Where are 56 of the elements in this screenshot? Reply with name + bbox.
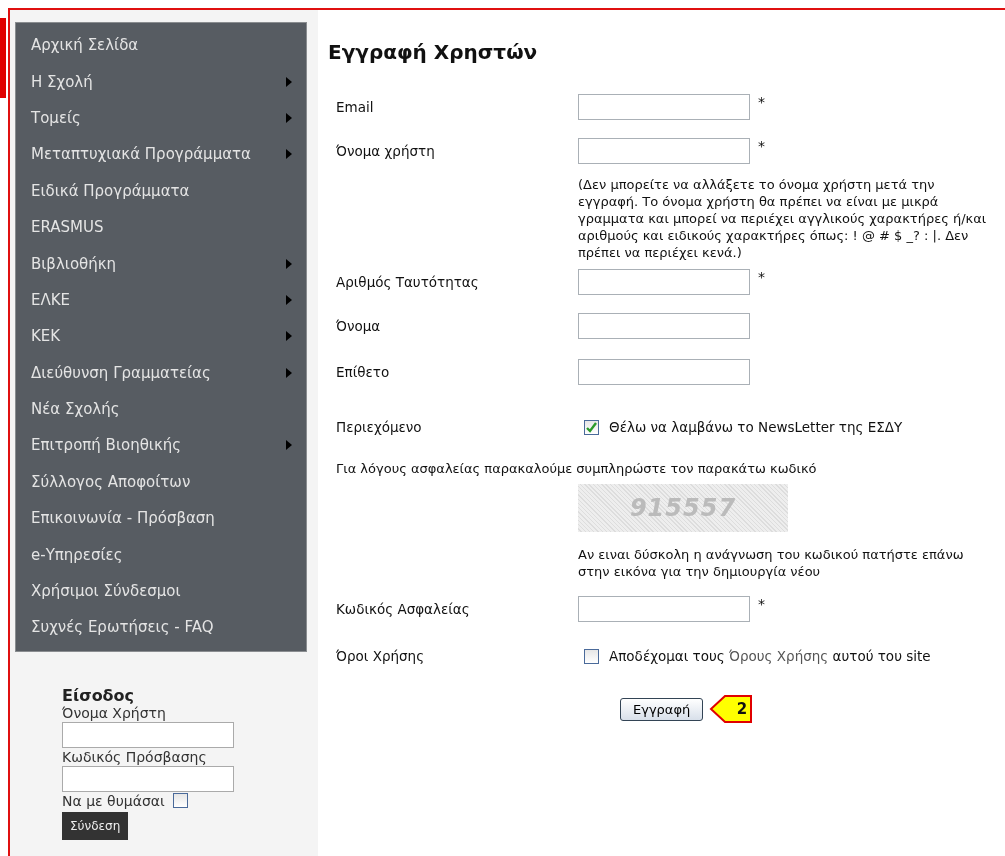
field-label: Όνομα χρήστη — [336, 143, 436, 159]
menu-item[interactable]: e-Υπηρεσίες — [16, 536, 306, 573]
login-title: Είσοδος — [62, 685, 135, 705]
menu-item[interactable]: ERASMUS — [16, 208, 306, 246]
text-input[interactable] — [578, 596, 750, 622]
menu-item[interactable]: Επιτροπή Βιοηθικής — [16, 427, 306, 464]
callout-arrow-icon — [709, 694, 754, 724]
checkmark-icon — [586, 421, 597, 433]
required-mark: * — [758, 138, 765, 154]
text-input[interactable] — [578, 94, 750, 120]
menu-item[interactable]: Μεταπτυχιακά Προγράμματα — [16, 136, 306, 173]
text-input[interactable] — [578, 138, 750, 164]
field-label: Αριθμός Ταυτότητας — [336, 274, 480, 290]
login-button[interactable]: Σύνδεση — [62, 811, 129, 840]
menu-item[interactable]: Η Σχολή — [16, 63, 306, 100]
required-mark: * — [758, 596, 765, 612]
field-label: Επίθετο — [336, 364, 391, 380]
menu-item[interactable]: Νέα Σχολής — [16, 390, 306, 428]
field-label: Όροι Χρήσης — [336, 648, 426, 664]
menu-item[interactable]: Σύλλογος Αποφοίτων — [16, 463, 306, 501]
menu-item[interactable]: Βιβλιοθήκη — [16, 245, 306, 282]
menu-item[interactable]: Συχνές Ερωτήσεις - FAQ — [16, 609, 306, 646]
checkbox-label: Θέλω να λαμβάνω το NewsLetter της ΕΣΔΥ — [609, 419, 903, 435]
help-text: (Δεν μπορείτε να αλλάξετε το όνομα χρήστη μετά την εγγραφή. Το όνομα χρήστη θα πρέπει να είναι με μικρά γραμματα και μπορεί να περιέχει αγγλικούς χαρακτήρες ή/και αριθμούς και ειδικούς χαρακτήρες όπως: ! @ # $ _? : |. Δεν πρέπει να περιέχει κενά.) — [578, 176, 988, 261]
field-label: Περιεχόμενο — [336, 419, 423, 435]
checkbox[interactable] — [584, 419, 599, 435]
menu-item[interactable]: Χρήσιμοι Σύνδεσμοι — [16, 572, 306, 610]
help-text: Αν ειναι δύσκολη η ανάγνωση του κωδικού πατήστε επάνω στην εικόνα για την δημιουργία νέου — [578, 546, 965, 580]
text-input[interactable] — [578, 359, 750, 385]
required-mark: * — [758, 94, 765, 110]
checkbox[interactable] — [584, 648, 599, 664]
required-mark: * — [758, 269, 765, 285]
instruction-text: Για λόγους ασφαλείας παρακαλούμε συμπληρώστε τον παρακάτω κωδικό — [336, 461, 818, 476]
text-input[interactable] — [578, 269, 750, 295]
menu-item[interactable]: Επικοινωνία - Πρόσβαση — [16, 500, 306, 537]
username-input[interactable] — [62, 721, 234, 748]
field-label: Email — [336, 99, 375, 115]
register-button[interactable]: Εγγραφή — [620, 697, 704, 721]
remember-checkbox[interactable] — [172, 793, 188, 809]
field-label: Όνομα — [336, 318, 382, 334]
page-title: Εγγραφή Χρηστών — [328, 40, 539, 64]
password-input[interactable] — [62, 765, 234, 792]
terms-link[interactable]: Όρους Χρήσης — [729, 648, 829, 664]
menu-item[interactable]: Τομείς — [16, 99, 306, 137]
remember-label: Να με θυμάσαι — [62, 792, 165, 809]
text-input[interactable] — [578, 313, 750, 339]
checkbox-label: Αποδέχομαι τους Όρους Χρήσης αυτού του site — [609, 648, 931, 664]
menu-item[interactable]: ΕΛΚΕ — [16, 281, 306, 319]
menu-item[interactable]: ΚΕΚ — [16, 318, 306, 355]
menu-item[interactable]: Αρχική Σελίδα — [16, 27, 306, 64]
callout-number: 2 — [736, 700, 748, 718]
password-label: Κωδικός Πρόσβασης — [62, 748, 207, 765]
username-label: Όνομα Χρήστη — [62, 704, 166, 721]
menu-item[interactable]: Διεύθυνση Γραμματείας — [16, 354, 306, 391]
menu-item[interactable]: Ειδικά Προγράμματα — [16, 172, 306, 209]
field-label: Κωδικός Ασφαλείας — [336, 601, 471, 617]
